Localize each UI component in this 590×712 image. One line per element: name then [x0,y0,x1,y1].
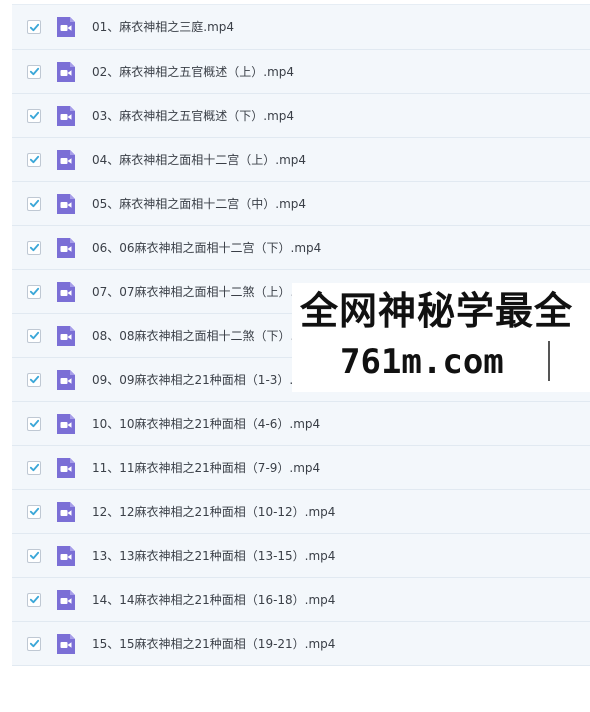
file-checkbox[interactable] [27,196,41,211]
checkmark-icon [29,199,39,208]
file-checkbox[interactable] [27,372,41,387]
checkmark-icon [29,155,39,164]
video-file-icon [55,457,77,479]
file-name: 12、12麻衣神相之21种面相（10-12）.mp4 [92,504,336,519]
video-file-icon [55,149,77,171]
video-file-icon [55,281,77,303]
file-checkbox[interactable] [27,548,41,563]
file-name: 08、08麻衣神相之面相十二煞（下）.mp4 [92,328,322,343]
checkmark-icon [29,551,39,560]
checkmark-icon [29,507,39,516]
file-name: 13、13麻衣神相之21种面相（13-15）.mp4 [92,548,336,563]
file-checkbox[interactable] [27,108,41,123]
video-file-icon [55,545,77,567]
checkmark-icon [29,243,39,252]
file-row[interactable]: 02、麻衣神相之五官概述（上）.mp4 [12,50,590,94]
file-checkbox[interactable] [27,504,41,519]
checkmark-icon [29,331,39,340]
video-file-icon [55,325,77,347]
checkmark-icon [29,595,39,604]
file-row[interactable]: 01、麻衣神相之三庭.mp4 [12,5,590,50]
file-name: 05、麻衣神相之面相十二宫（中）.mp4 [92,196,307,211]
file-checkbox[interactable] [27,20,41,34]
file-checkbox[interactable] [27,152,41,167]
file-checkbox[interactable] [27,328,41,343]
file-name: 10、10麻衣神相之21种面相（4-6）.mp4 [92,416,321,431]
video-file-icon [55,501,77,523]
watermark-overlay: 全网神秘学最全 761m.com [292,283,590,392]
file-checkbox[interactable] [27,284,41,299]
file-name: 09、09麻衣神相之21种面相（1-3）.mp4 [92,372,321,387]
file-checkbox[interactable] [27,460,41,475]
file-row[interactable]: 15、15麻衣神相之21种面相（19-21）.mp4 [12,622,590,666]
file-row[interactable]: 10、10麻衣神相之21种面相（4-6）.mp4 [12,402,590,446]
file-name: 03、麻衣神相之五官概述（下）.mp4 [92,108,295,123]
watermark-divider [548,341,550,381]
file-name: 14、14麻衣神相之21种面相（16-18）.mp4 [92,592,336,607]
file-checkbox[interactable] [27,240,41,255]
file-row[interactable]: 13、13麻衣神相之21种面相（13-15）.mp4 [12,534,590,578]
video-file-icon [55,237,77,259]
video-file-icon [55,413,77,435]
file-row[interactable]: 14、14麻衣神相之21种面相（16-18）.mp4 [12,578,590,622]
video-file-icon [55,61,77,83]
watermark-slogan: 全网神秘学最全 [300,289,574,333]
file-checkbox[interactable] [27,636,41,651]
file-row[interactable]: 11、11麻衣神相之21种面相（7-9）.mp4 [12,446,590,490]
file-checkbox[interactable] [27,64,41,79]
video-file-icon [55,16,77,38]
file-name: 15、15麻衣神相之21种面相（19-21）.mp4 [92,636,336,651]
video-file-icon [55,105,77,127]
file-row[interactable]: 06、06麻衣神相之面相十二宫（下）.mp4 [12,226,590,270]
checkmark-icon [29,639,39,648]
file-name: 04、麻衣神相之面相十二宫（上）.mp4 [92,152,307,167]
checkmark-icon [29,287,39,296]
video-file-icon [55,633,77,655]
checkmark-icon [29,67,39,76]
file-row[interactable]: 12、12麻衣神相之21种面相（10-12）.mp4 [12,490,590,534]
video-file-icon [55,589,77,611]
checkmark-icon [29,463,39,472]
file-row[interactable]: 03、麻衣神相之五官概述（下）.mp4 [12,94,590,138]
video-file-icon [55,369,77,391]
file-name: 01、麻衣神相之三庭.mp4 [92,20,235,34]
file-name: 02、麻衣神相之五官概述（上）.mp4 [92,64,295,79]
file-name: 06、06麻衣神相之面相十二宫（下）.mp4 [92,240,322,255]
checkmark-icon [29,111,39,120]
file-name: 07、07麻衣神相之面相十二煞（上）.mp4 [92,284,322,299]
watermark-url: 761m.com [340,342,504,382]
file-row[interactable]: 04、麻衣神相之面相十二宫（上）.mp4 [12,138,590,182]
file-checkbox[interactable] [27,416,41,431]
video-file-icon [55,193,77,215]
checkmark-icon [29,419,39,428]
file-checkbox[interactable] [27,592,41,607]
checkmark-icon [29,23,39,31]
file-name: 11、11麻衣神相之21种面相（7-9）.mp4 [92,460,321,475]
file-row[interactable]: 05、麻衣神相之面相十二宫（中）.mp4 [12,182,590,226]
checkmark-icon [29,375,39,384]
